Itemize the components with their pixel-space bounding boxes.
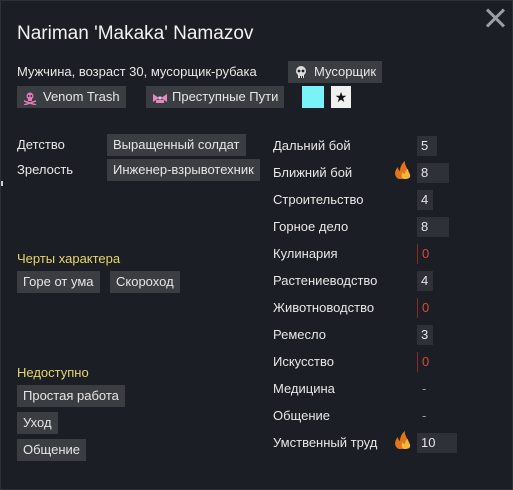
adulthood-label: Зрелость (17, 162, 74, 177)
pink-skull-icon (23, 90, 37, 106)
skill-level[interactable]: 4 (417, 271, 433, 291)
skill-name: Дальний бой (273, 138, 351, 153)
faction-label: Venom Trash (43, 89, 120, 104)
passion-flame-icon (395, 431, 411, 449)
skill-level[interactable]: 8 (417, 163, 449, 183)
skill-level[interactable]: 4 (417, 190, 433, 210)
skill-level[interactable]: 0 (417, 298, 433, 318)
skill-level[interactable]: - (418, 379, 434, 399)
scroll-marker (1, 181, 3, 186)
incapable-chip[interactable]: Простая работа (17, 385, 125, 407)
incapable-chip[interactable]: Уход (17, 412, 58, 434)
incapable-title: Недоступно (17, 365, 89, 380)
childhood-label: Детство (17, 137, 65, 152)
skill-name: Умственный труд (273, 435, 378, 450)
skill-name: Животноводство (273, 300, 375, 315)
skill-name: Ближний бой (273, 165, 353, 180)
faction-label: Преступные Пути (172, 89, 279, 104)
faction-label: Мусорщик (314, 64, 377, 79)
character-name: Nariman 'Makaka' Namazov (17, 23, 254, 44)
skill-name: Строительство (273, 192, 364, 207)
skill-name: Искусство (273, 354, 334, 369)
close-icon[interactable] (484, 7, 506, 29)
faction-badge-scavenger[interactable]: Мусорщик (288, 61, 383, 83)
faction-badge-venom-trash[interactable]: Venom Trash (17, 86, 126, 108)
star-icon[interactable]: ★ (331, 86, 351, 108)
skill-name: Ремесло (273, 327, 326, 342)
character-description: Мужчина, возраст 30, мусорщик-рубака (17, 64, 257, 79)
skill-level[interactable]: 0 (417, 352, 433, 372)
pink-bow-icon (152, 90, 167, 104)
skill-level[interactable]: 8 (417, 217, 449, 237)
childhood-backstory[interactable]: Выращенный солдат (107, 134, 246, 156)
skill-level[interactable]: - (418, 406, 434, 426)
skull-icon (294, 65, 308, 79)
trait-chip[interactable]: Скороход (110, 271, 180, 293)
passion-flame-icon (395, 161, 411, 179)
skill-level[interactable]: 5 (417, 136, 437, 156)
skill-name: Растениеводство (273, 273, 378, 288)
skill-level[interactable]: 10 (417, 433, 457, 453)
skill-name: Общение (273, 408, 331, 423)
faction-badge-criminal-paths[interactable]: Преступные Пути (146, 86, 285, 108)
adulthood-backstory[interactable]: Инженер-взрывотехник (107, 159, 260, 181)
skill-name: Медицина (273, 381, 335, 396)
favorite-color-swatch[interactable] (302, 86, 324, 108)
traits-title: Черты характера (17, 251, 121, 266)
skill-level[interactable]: 0 (417, 244, 433, 264)
skill-name: Горное дело (273, 219, 349, 234)
trait-chip[interactable]: Горе от ума (17, 271, 100, 293)
skill-level[interactable]: 3 (417, 325, 433, 345)
incapable-chip[interactable]: Общение (17, 439, 87, 461)
skill-name: Кулинария (273, 246, 338, 261)
character-card: Nariman 'Makaka' Namazov Мужчина, возрас… (0, 0, 513, 490)
